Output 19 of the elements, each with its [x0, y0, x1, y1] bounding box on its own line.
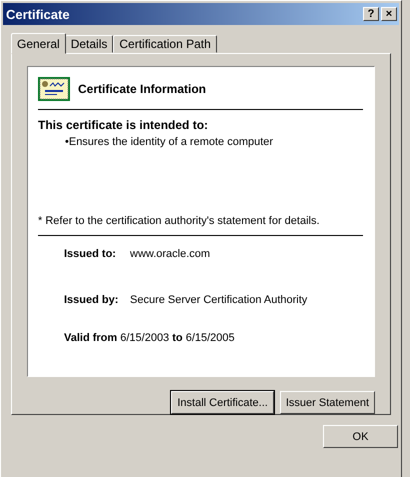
tab[interactable]: Certification Path — [113, 35, 217, 53]
tab[interactable]: General — [11, 33, 66, 54]
field-label: Issued to: — [64, 248, 117, 260]
field-label: Issued by: — [64, 294, 120, 306]
panel-button[interactable]: Issuer Statement — [280, 391, 375, 414]
validity-text: Valid from 6/15/2003 to 6/15/2005 — [64, 332, 236, 344]
field-value: www.oracle.com — [130, 248, 210, 260]
help-button[interactable]: ? — [363, 7, 379, 21]
field-value: Secure Server Certification Authority — [130, 294, 308, 306]
certificate-icon — [38, 77, 70, 101]
close-button[interactable]: × — [381, 7, 397, 21]
note-text: * Refer to the certification authority's statement for details. — [38, 215, 363, 236]
panel-button[interactable]: Install Certificate... — [171, 391, 274, 414]
ok-button[interactable]: OK — [323, 425, 398, 448]
tab[interactable]: Details — [64, 35, 114, 53]
info-heading: Certificate Information — [78, 82, 206, 96]
purpose-heading: This certificate is intended to: — [38, 118, 210, 132]
purpose-item: •Ensures the identity of a remote computer — [65, 136, 274, 148]
window-title: Certificate — [6, 6, 71, 22]
